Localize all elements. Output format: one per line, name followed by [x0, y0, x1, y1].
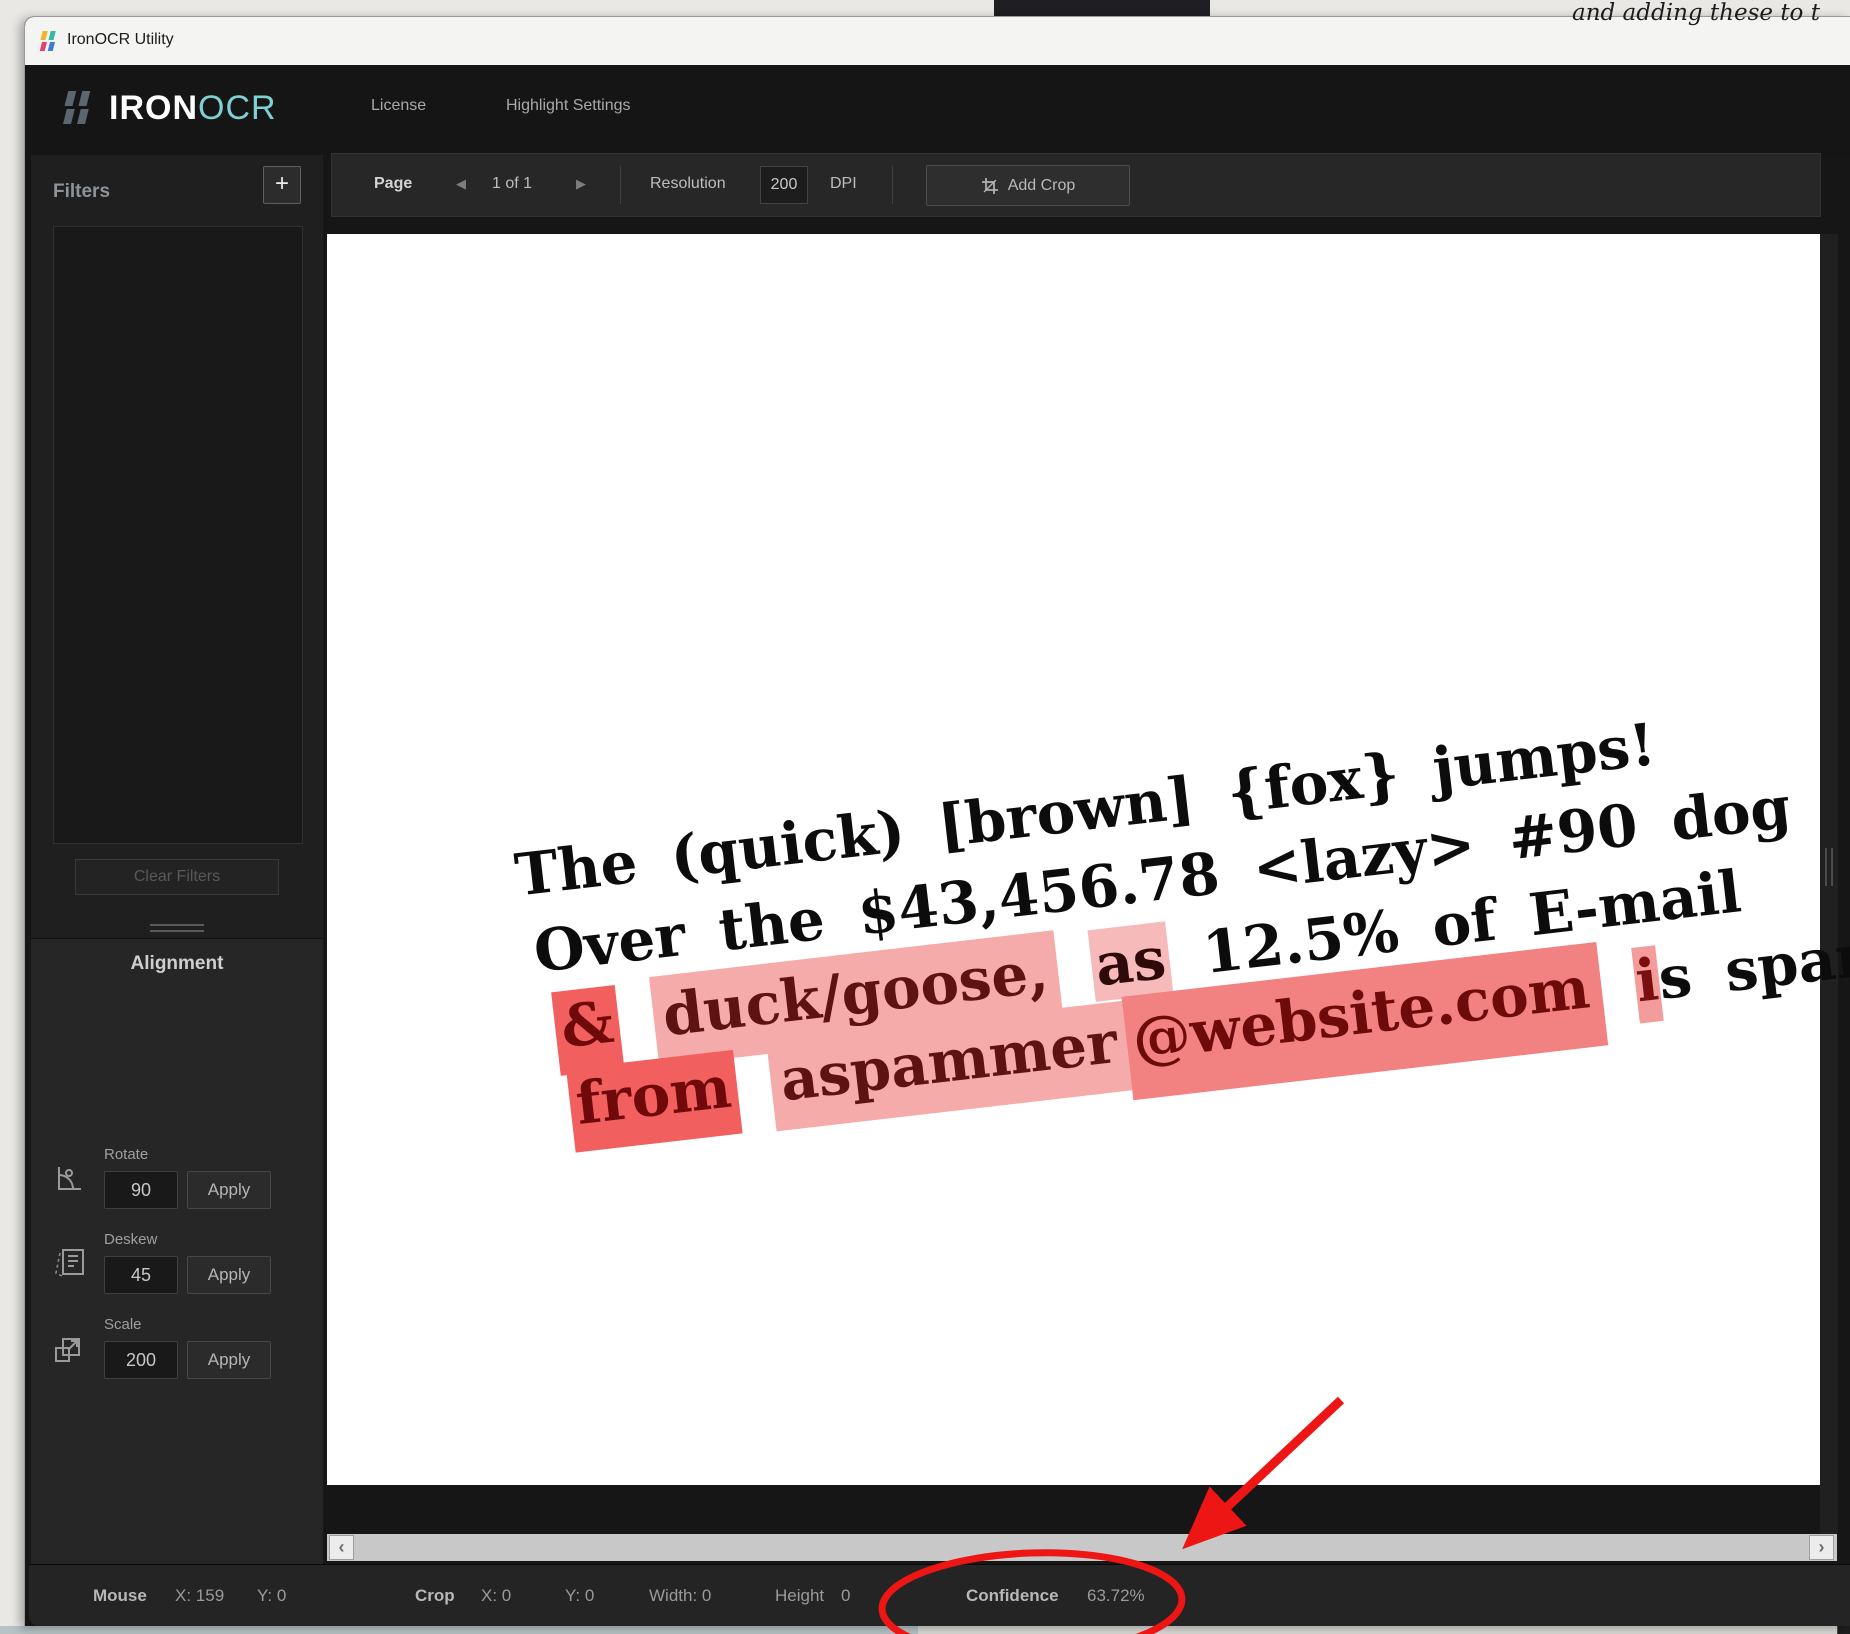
- ironocr-logo: IRONOCR: [59, 88, 277, 128]
- toolbar-separator: [620, 166, 621, 204]
- resolution-input[interactable]: 200: [760, 166, 808, 204]
- mouse-label: Mouse: [93, 1586, 147, 1606]
- confidence-value: 63.72%: [1087, 1586, 1145, 1606]
- status-bar: Mouse X: 159 Y: 0 Crop X: 0 Y: 0 Width: …: [29, 1564, 1850, 1626]
- sidebar: Filters + Clear Filters Alignment Rotate…: [31, 155, 323, 1564]
- add-crop-label: Add Crop: [1008, 177, 1076, 195]
- menu-license[interactable]: License: [371, 97, 426, 115]
- next-page-icon[interactable]: ▶: [576, 176, 586, 192]
- crop-icon: [981, 177, 999, 195]
- confidence-label: Confidence: [966, 1586, 1059, 1606]
- app-header: IRONOCR License Highlight Settings: [25, 65, 1850, 155]
- alignment-section: Alignment Rotate 90 Apply Deskew 45: [31, 938, 323, 1564]
- ironocr-app-icon: [39, 30, 61, 52]
- toolbar-separator: [892, 166, 893, 204]
- page-label: Page: [374, 175, 412, 193]
- document-toolbar: Page ◀ 1 of 1 ▶ Resolution 200 DPI Add C…: [331, 153, 1821, 217]
- mouse-y-value: Y: 0: [257, 1586, 286, 1606]
- ironocr-logo-icon: [59, 88, 99, 128]
- add-filter-button[interactable]: +: [263, 166, 301, 204]
- deskew-icon: [53, 1246, 87, 1280]
- sidebar-splitter-handle[interactable]: [31, 921, 323, 937]
- menu-highlight-settings[interactable]: Highlight Settings: [506, 97, 631, 115]
- crop-x-value: X: 0: [481, 1586, 511, 1606]
- ironocr-window: IronOCR Utility IRONOCR License Highligh…: [24, 16, 1850, 1626]
- clear-filters-button[interactable]: Clear Filters: [75, 859, 279, 895]
- add-crop-button[interactable]: Add Crop: [926, 165, 1130, 206]
- crop-width-value: Width: 0: [649, 1586, 711, 1606]
- deskew-input[interactable]: 45: [104, 1256, 178, 1294]
- screen: and adding these to t IronOCR Utility: [0, 0, 1850, 1634]
- deskew-apply-button[interactable]: Apply: [187, 1256, 271, 1294]
- crop-label: Crop: [415, 1586, 455, 1606]
- page-indicator: 1 of 1: [492, 175, 532, 193]
- crop-y-value: Y: 0: [565, 1586, 594, 1606]
- resolution-label: Resolution: [650, 175, 726, 193]
- scale-input[interactable]: 200: [104, 1341, 178, 1379]
- background-page-text: and adding these to t: [1572, 0, 1850, 26]
- dpi-label: DPI: [830, 175, 857, 193]
- logo-text: IRONOCR: [109, 89, 277, 128]
- filters-heading: Filters: [53, 181, 110, 203]
- background-strip: [0, 1626, 918, 1634]
- window-title: IronOCR Utility: [67, 31, 174, 49]
- scroll-left-button[interactable]: ‹: [329, 1535, 354, 1560]
- rotate-apply-button[interactable]: Apply: [187, 1171, 271, 1209]
- scale-apply-button[interactable]: Apply: [187, 1341, 271, 1379]
- horizontal-scrollbar[interactable]: ‹ ›: [327, 1534, 1837, 1561]
- prev-page-icon[interactable]: ◀: [456, 176, 466, 192]
- crop-height-label: Height: [775, 1586, 824, 1606]
- deskew-label: Deskew: [104, 1231, 157, 1248]
- rotate-icon: [53, 1161, 87, 1195]
- scale-label: Scale: [104, 1316, 142, 1333]
- scroll-right-button[interactable]: ›: [1809, 1535, 1834, 1560]
- crop-height-value: 0: [841, 1586, 850, 1606]
- ocr-highlighted-word: as: [1087, 921, 1173, 1002]
- filters-list[interactable]: [53, 226, 303, 844]
- rotate-label: Rotate: [104, 1146, 148, 1163]
- mouse-x-value: X: 159: [175, 1586, 224, 1606]
- alignment-heading: Alignment: [31, 953, 323, 975]
- background-window-fragment: [994, 0, 1210, 16]
- background-strip: [918, 1626, 1850, 1634]
- scale-icon: [53, 1331, 87, 1365]
- rotate-input[interactable]: 90: [104, 1171, 178, 1209]
